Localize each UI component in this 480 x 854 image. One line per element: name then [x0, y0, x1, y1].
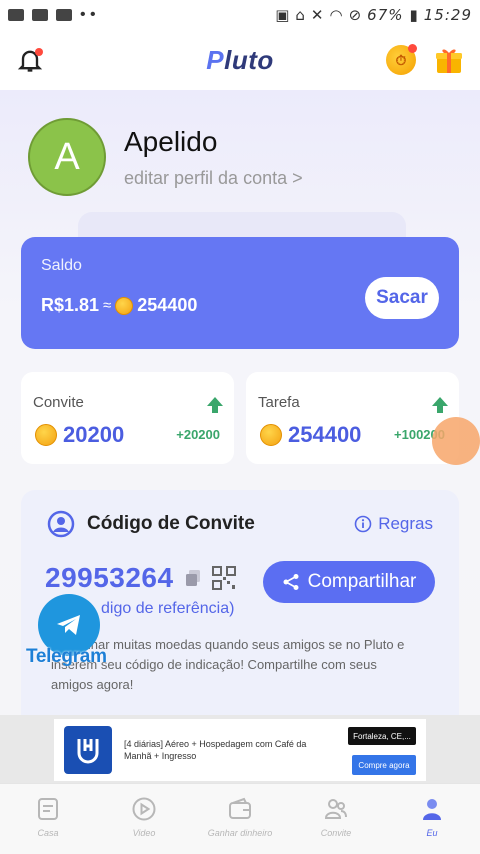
telegram-label: Telegram [26, 646, 107, 667]
dnd-icon: ⊘ [348, 6, 362, 24]
more-dots-icon: • • [80, 6, 96, 23]
nav-label: Video [132, 828, 156, 838]
share-icon [283, 574, 299, 590]
lock-icon: ▣ [275, 6, 290, 24]
invite-code-header: Código de Convite [47, 510, 255, 538]
notification-icons: • • [8, 6, 96, 24]
system-status: ▣ ⌂ ✕ ◠ ⊘ 67% ▮ 15:29 [275, 6, 472, 24]
nav-eu[interactable]: Eu [384, 784, 480, 854]
wallet-icon [229, 797, 251, 819]
approx-sign: ≈ [103, 297, 112, 314]
nav-convite[interactable]: Convite [288, 784, 384, 854]
nav-video[interactable]: Video [96, 784, 192, 854]
wifi-icon: ◠ [329, 6, 343, 24]
coin-icon [115, 296, 134, 315]
copy-icon[interactable] [184, 569, 202, 587]
profile-section[interactable]: A Apelido editar perfil da conta > [28, 118, 303, 196]
ad-logo-icon [64, 726, 112, 774]
ad-location: Fortaleza, CE,... [348, 727, 416, 745]
share-button[interactable]: Compartilhar [263, 561, 435, 603]
task-stat-value: 254400 [260, 422, 361, 448]
gift-icon[interactable] [434, 45, 464, 75]
home-doc-icon [38, 798, 58, 820]
invite-stat-title: Convite [33, 394, 84, 411]
ad-cta-button[interactable]: Compre agora [352, 755, 416, 775]
withdraw-button[interactable]: Sacar [365, 277, 439, 319]
clock-dot [408, 44, 417, 53]
floating-assist-button[interactable] [432, 417, 480, 465]
rules-link[interactable]: Regras [354, 514, 433, 534]
nav-label: Convite [320, 828, 352, 838]
user-circle-icon [47, 510, 75, 538]
task-stat-title: Tarefa [258, 394, 300, 411]
ad-banner[interactable]: i [4 diárias] Aéreo + Hospedagem com Caf… [0, 715, 480, 783]
invite-stat-value: 20200 [35, 422, 124, 448]
invite-code-value: 29953264 [45, 562, 174, 593]
battery-text: 67% [367, 6, 404, 24]
bottom-nav: Casa Video Ganhar dinheiro Convite Eu [0, 783, 480, 854]
rules-label: Regras [378, 514, 433, 533]
nav-ganhar-dinheiro[interactable]: Ganhar dinheiro [192, 784, 288, 854]
task-stat-card[interactable]: Tarefa 254400 +100200 [246, 372, 459, 464]
mute-icon: ✕ [310, 6, 324, 24]
nickname: Apelido [124, 125, 218, 157]
qr-code-icon[interactable] [211, 566, 236, 590]
person-icon [423, 799, 441, 820]
share-label: Compartilhar [307, 571, 417, 592]
play-icon [132, 797, 156, 821]
app-header: Pluto ⏱ [0, 30, 480, 90]
invite-coins: 20200 [63, 422, 125, 447]
nav-label: Eu [426, 828, 438, 838]
coin-icon [260, 424, 282, 446]
video-icon [56, 9, 72, 21]
nav-label: Ganhar dinheiro [207, 828, 273, 838]
cast-status-icon: ⌂ [295, 6, 305, 24]
users-icon [324, 799, 347, 819]
clock-text: 15:29 [423, 6, 472, 24]
youtube-icon [8, 9, 24, 21]
ad-content[interactable]: [4 diárias] Aéreo + Hospedagem com Café … [54, 719, 426, 781]
clock-coin-icon[interactable]: ⏱ [386, 44, 417, 75]
balance-label: Saldo [41, 257, 82, 274]
coin-icon [35, 424, 57, 446]
balance-coins: 254400 [137, 295, 198, 315]
nav-casa[interactable]: Casa [0, 784, 96, 854]
edit-profile-link[interactable]: editar perfil da conta > [124, 168, 303, 189]
invite-code-title: Código de Convite [87, 513, 255, 534]
telegram-button[interactable]: Telegram [26, 594, 116, 674]
balance-amount: R$1.81 ≈ 254400 [41, 295, 197, 316]
nav-label: Casa [37, 828, 59, 838]
cast-icon [32, 9, 48, 21]
balance-card: Saldo R$1.81 ≈ 254400 Sacar [21, 237, 459, 349]
invite-stat-card[interactable]: Convite 20200 +20200 [21, 372, 234, 464]
battery-icon: ▮ [409, 6, 418, 24]
referral-code-label: digo de referência) [101, 600, 235, 617]
status-bar: • • ▣ ⌂ ✕ ◠ ⊘ 67% ▮ 15:29 [0, 0, 480, 30]
invite-stat-delta: +20200 [176, 427, 220, 442]
avatar[interactable]: A [28, 118, 106, 196]
balance-money: R$1.81 [41, 295, 100, 315]
info-icon [354, 515, 372, 533]
ad-text: [4 diárias] Aéreo + Hospedagem com Café … [124, 739, 307, 761]
task-coins: 254400 [288, 422, 362, 447]
